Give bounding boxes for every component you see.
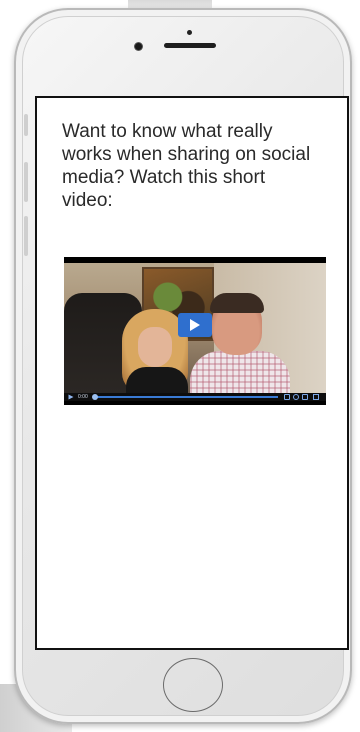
video-time: 0:00 <box>78 394 88 400</box>
video-player[interactable]: 0:00 <box>64 257 326 405</box>
thumbnail-person-right-hair <box>210 293 264 313</box>
play-button[interactable] <box>178 313 212 337</box>
settings-icon[interactable] <box>293 394 299 400</box>
progress-handle[interactable] <box>92 394 98 400</box>
volume-down-button <box>24 216 28 256</box>
front-camera <box>135 43 142 50</box>
video-controls-bar: 0:00 <box>64 393 326 401</box>
home-button[interactable] <box>163 658 223 712</box>
earpiece-speaker <box>164 43 216 48</box>
video-thumbnail[interactable] <box>64 263 326 393</box>
cast-icon[interactable] <box>302 394 308 400</box>
volume-icon[interactable] <box>284 394 290 400</box>
phone-screen: Want to know what really works when shar… <box>35 96 349 650</box>
thumbnail-person-left-body <box>126 367 188 393</box>
intro-message: Want to know what really works when shar… <box>62 121 311 211</box>
proximity-sensor <box>187 30 192 35</box>
play-icon <box>190 319 200 331</box>
control-play-icon[interactable] <box>68 394 74 400</box>
thumbnail-person-left-face <box>138 327 172 367</box>
thumbnail-person-right-body <box>190 351 290 393</box>
fullscreen-icon[interactable] <box>313 394 319 400</box>
mute-switch <box>24 114 28 136</box>
volume-up-button <box>24 162 28 202</box>
progress-track[interactable] <box>94 396 278 398</box>
